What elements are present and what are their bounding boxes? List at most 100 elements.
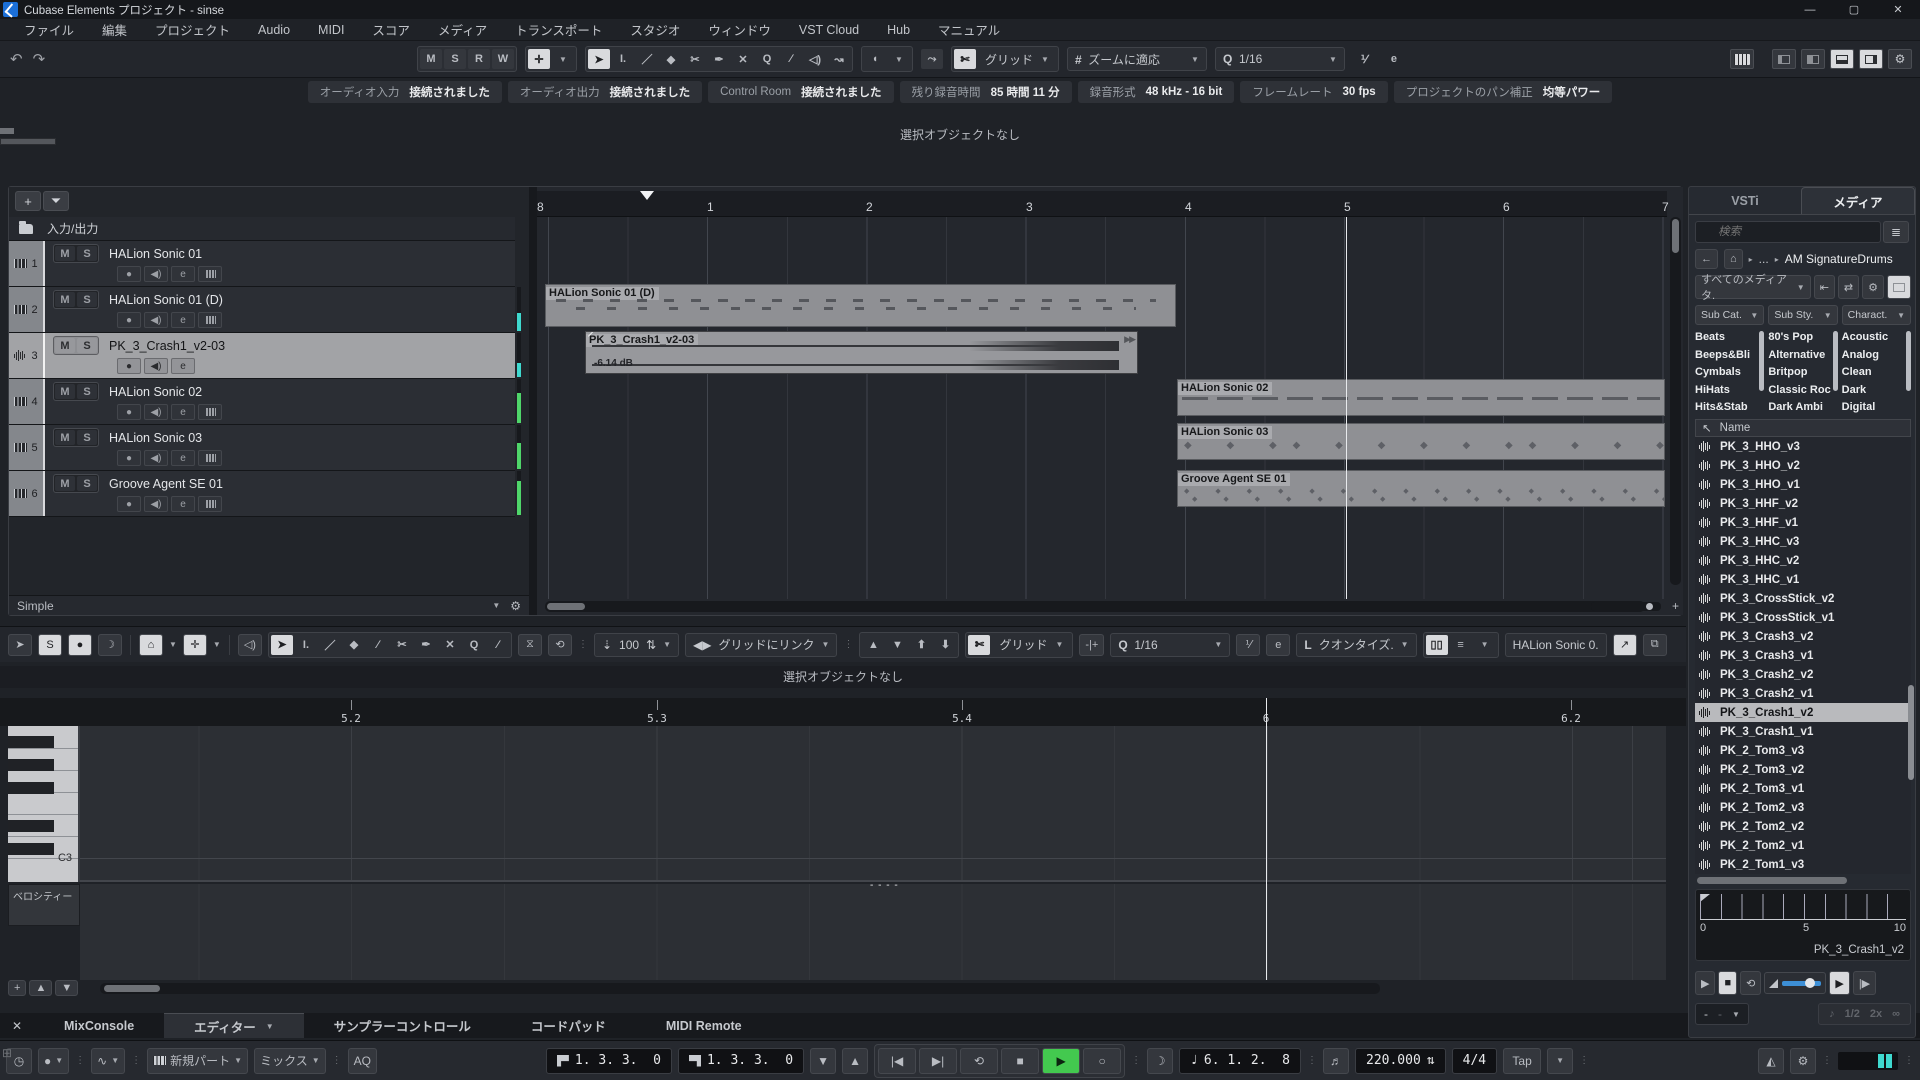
- file-row[interactable]: PK_3_HHC_v1: [1695, 570, 1911, 589]
- close-button[interactable]: ✕: [1876, 0, 1920, 19]
- track-preset-button[interactable]: ⏷: [43, 191, 69, 211]
- draw-tool-icon[interactable]: ／: [636, 49, 658, 69]
- previewer[interactable]: 0 5 10 PK_3_Crash1_v2: [1695, 889, 1911, 961]
- active-part-dropdown[interactable]: HALion Sonic 0.: [1505, 633, 1607, 657]
- status-chip[interactable]: フレームレート 30 fps: [1240, 81, 1387, 103]
- instrument-button[interactable]: [198, 496, 222, 512]
- time-warp-icon[interactable]: ⧖: [518, 634, 542, 656]
- monitor-button[interactable]: ◀): [144, 496, 168, 512]
- zoom-slider[interactable]: [1591, 602, 1661, 611]
- snap-icon[interactable]: ✄: [954, 49, 976, 69]
- menu-item[interactable]: メディア: [424, 20, 501, 39]
- play-in-context-button[interactable]: |▶: [1853, 971, 1876, 995]
- pre-roll-icon[interactable]: ☽: [1147, 1048, 1173, 1074]
- back-icon[interactable]: ←: [1695, 249, 1718, 269]
- menu-item[interactable]: VST Cloud: [785, 23, 873, 37]
- menu-item[interactable]: マニュアル: [924, 20, 1014, 39]
- instrument-button[interactable]: [198, 404, 222, 420]
- editor-horizontal-scrollbar[interactable]: [100, 983, 1380, 994]
- file-row[interactable]: PK_2_Tom3_v3: [1695, 741, 1911, 760]
- chevron-down-icon[interactable]: ▼: [266, 1022, 274, 1031]
- mute-button[interactable]: M: [55, 246, 75, 261]
- automation-button[interactable]: W: [492, 49, 514, 69]
- punch-out-button[interactable]: ▲: [842, 1048, 868, 1074]
- tab-editor[interactable]: エディター▼: [164, 1013, 304, 1038]
- loop-record-icon[interactable]: ∞: [1892, 1008, 1900, 1020]
- record-button[interactable]: ○: [1083, 1048, 1121, 1074]
- file-row[interactable]: PK_2_Tom3_v2: [1695, 760, 1911, 779]
- go-to-end-button[interactable]: ▶|: [919, 1048, 957, 1074]
- track-row[interactable]: 6 MS Groove Agent SE 01 ● ◀) e: [9, 471, 515, 517]
- file-row[interactable]: PK_3_Crash1_v2: [1695, 703, 1911, 722]
- scrollbar-handle[interactable]: [1906, 331, 1911, 391]
- preview-play-button[interactable]: ▶: [1695, 971, 1715, 995]
- lasso-dropdown[interactable]: ▼: [888, 49, 910, 69]
- punch-in-button[interactable]: ▼: [810, 1048, 836, 1074]
- menu-item[interactable]: MIDI: [304, 23, 358, 37]
- file-row[interactable]: PK_3_Crash1_v1: [1695, 722, 1911, 741]
- record-arm-button[interactable]: ●: [117, 450, 141, 466]
- color-tool-icon[interactable]: ↝: [828, 49, 850, 69]
- black-key[interactable]: [8, 843, 54, 855]
- solo-button[interactable]: S: [77, 246, 97, 261]
- monitor-button[interactable]: ◀): [144, 450, 168, 466]
- file-row[interactable]: PK_3_HHO_v2: [1695, 456, 1911, 475]
- reset-filter-button[interactable]: ⇤: [1814, 275, 1835, 299]
- filter-item[interactable]: 80's Pop: [1768, 329, 1837, 347]
- filter-item[interactable]: Beats: [1695, 329, 1764, 347]
- quantize-panel-icon[interactable]: e: [1383, 49, 1405, 69]
- record-arm-button[interactable]: ●: [117, 266, 141, 282]
- track-name[interactable]: HALion Sonic 02: [109, 385, 202, 399]
- io-channel-row[interactable]: 入力/出力: [9, 217, 515, 241]
- menu-item[interactable]: ウィンドウ: [694, 20, 785, 39]
- midi-cycle-mode-button[interactable]: ミックス ▼: [254, 1048, 326, 1074]
- solo-button[interactable]: S: [77, 384, 97, 399]
- instrument-button[interactable]: [198, 312, 222, 328]
- piano-keyboard[interactable]: C3: [8, 726, 80, 882]
- status-chip[interactable]: プロジェクトのパン補正 均等パワー: [1394, 81, 1613, 103]
- tempo-dropdown[interactable]: ▼: [1547, 1048, 1573, 1074]
- track-name[interactable]: PK_3_Crash1_v2-03: [109, 339, 225, 353]
- menu-item[interactable]: Audio: [244, 23, 304, 37]
- horizontal-scrollbar[interactable]: [545, 601, 1645, 612]
- vertical-scrollbar[interactable]: [1670, 217, 1681, 585]
- track-row[interactable]: 5 MS HALion Sonic 03 ● ◀) e: [9, 425, 515, 471]
- edit-active-part-icon[interactable]: ✛: [183, 634, 207, 656]
- record-arm-button-active[interactable]: ●: [117, 358, 141, 374]
- edit-channel-button[interactable]: e: [171, 496, 195, 512]
- tempo-track-button[interactable]: ♬: [1323, 1048, 1349, 1074]
- media-search-input[interactable]: [1695, 221, 1881, 243]
- chevron-down-icon[interactable]: ▼: [213, 640, 221, 649]
- filter-item[interactable]: Britpop: [1768, 364, 1837, 382]
- quantize-panel-icon[interactable]: e: [1266, 634, 1290, 656]
- redo-icon[interactable]: ↷: [33, 50, 46, 68]
- editor-ruler[interactable]: 5.2 5.3 5.4 6 6.2: [0, 698, 1686, 726]
- automation-button[interactable]: M: [420, 49, 442, 69]
- track-name[interactable]: HALion Sonic 03: [109, 431, 202, 445]
- line-tool-icon[interactable]: ∕: [487, 635, 509, 655]
- mute-tool-icon[interactable]: ✕: [439, 635, 461, 655]
- show-part-borders-icon[interactable]: ⌂: [139, 634, 163, 656]
- agent-preset-value[interactable]: Simple: [17, 599, 54, 613]
- monitor-button[interactable]: ◀): [144, 312, 168, 328]
- glue-tool-icon[interactable]: ✒: [708, 49, 730, 69]
- tab-media[interactable]: メディア: [1801, 187, 1915, 214]
- project-cursor[interactable]: [1346, 217, 1347, 599]
- scrollbar-handle[interactable]: [1759, 331, 1764, 391]
- file-list-hscrollbar[interactable]: [1697, 877, 1847, 884]
- scrollbar-handle[interactable]: [104, 985, 160, 992]
- chevron-down-icon[interactable]: ▼: [169, 640, 177, 649]
- edit-channel-button[interactable]: e: [171, 358, 195, 374]
- track-row[interactable]: 2 MS HALion Sonic 01 (D) ● ◀) e: [9, 287, 515, 333]
- file-row[interactable]: PK_2_Tom2_v2: [1695, 817, 1911, 836]
- tab-vsti[interactable]: VSTi: [1689, 187, 1801, 214]
- zoom-fit-dropdown[interactable]: # ズームに適応 ▼: [1067, 47, 1207, 71]
- record-mode-button[interactable]: ● ▼: [38, 1048, 69, 1074]
- file-row[interactable]: PK_3_HHC_v2: [1695, 551, 1911, 570]
- auto-dropdown[interactable]: ▼: [552, 49, 574, 69]
- primary-time-display[interactable]: ♩6. 1. 2. 8: [1179, 1048, 1301, 1074]
- workspace-grid-icon[interactable]: ⊞: [2, 1046, 16, 1074]
- instrument-button[interactable]: [198, 266, 222, 282]
- file-row[interactable]: PK_3_Crash3_v1: [1695, 646, 1911, 665]
- sub-category-list[interactable]: BeatsBeeps&BliCymbalsHiHatsHits&Stab: [1695, 329, 1764, 417]
